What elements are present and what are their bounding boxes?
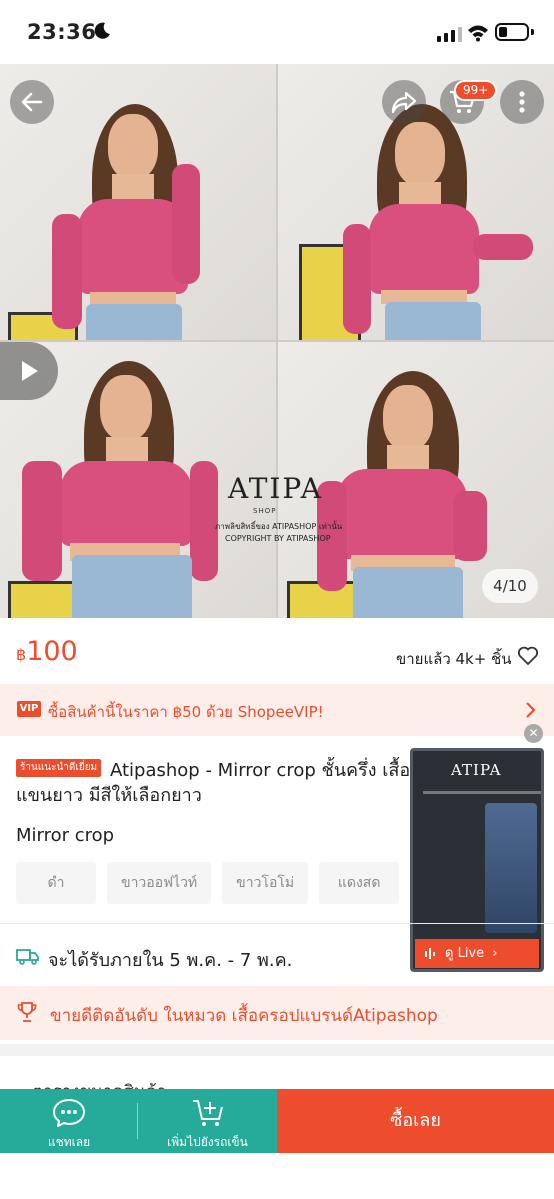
bottom-action-bar: แชทเลย เพิ่มไปยังรถเข็น ซื้อเลย [0, 1089, 554, 1153]
close-floating-video-button[interactable]: ✕ [524, 724, 543, 743]
price-amount: 100 [26, 636, 78, 667]
cart-count-badge: 99+ [454, 80, 498, 101]
bestseller-ranking-banner[interactable]: ขายดีติดอันดับ ในหมวด เสื้อครอปแบรนด์Ati… [0, 986, 554, 1040]
truck-icon [16, 949, 39, 965]
brand-watermark-note: ภาพลิขสิทธิ์ของ ATIPASHOP เท่านั้น [215, 522, 343, 531]
signal-icon [437, 26, 462, 42]
variant-group-label: Mirror crop [16, 825, 115, 846]
variant-option[interactable]: ดำ [16, 862, 96, 904]
variant-option[interactable]: แดงสด [319, 862, 400, 904]
share-icon [391, 91, 417, 114]
preferred-shop-tag: ร้านแนะนำดีเยี่ยม [16, 759, 102, 777]
brand-watermark-copyright: COPYRIGHT BY ATIPASHOP [225, 534, 331, 543]
price-currency: ฿ [16, 645, 27, 664]
delivery-estimate[interactable]: จะได้รับภายใน 5 พ.ค. - 7 พ.ค. [0, 934, 554, 982]
trophy-icon [17, 1002, 37, 1022]
heart-icon[interactable] [517, 646, 539, 666]
back-button[interactable] [10, 80, 54, 124]
chat-label: แชทเลย [47, 1135, 91, 1149]
section-gap [0, 1044, 554, 1056]
brand-watermark-sub: SHOP [253, 507, 277, 515]
play-icon [22, 361, 38, 381]
battery-tip [531, 29, 534, 35]
home-indicator-area [0, 1153, 554, 1199]
battery-icon [495, 23, 529, 41]
floating-video-logo: ATIPA [451, 761, 502, 779]
buy-now-button[interactable]: ซื้อเลย [277, 1089, 554, 1153]
back-arrow-icon [21, 92, 43, 112]
play-video-button[interactable] [0, 342, 58, 400]
chat-icon [53, 1099, 85, 1127]
chat-button[interactable]: แชทเลย [0, 1089, 138, 1153]
clothes-rack [423, 791, 541, 794]
price-row: ฿100 ขายแล้ว 4k+ ชิ้น [0, 618, 554, 684]
section-divider [0, 923, 554, 924]
shopee-vip-banner[interactable]: VIP ซื้อสินค้านี้ในราคา ฿50 ด้วย ShopeeV… [0, 684, 554, 736]
wifi-icon [468, 25, 488, 42]
collage-divider [0, 340, 554, 342]
image-page-counter: 4/10 [482, 569, 538, 603]
add-to-cart-button[interactable]: เพิ่มไปยังรถเข็น [138, 1089, 277, 1153]
moon-icon [94, 22, 110, 39]
brand-watermark-logo: ATIPA [228, 472, 323, 505]
sold-count: ขายแล้ว 4k+ ชิ้น [396, 650, 512, 668]
more-options-button[interactable] [500, 80, 544, 124]
share-button[interactable] [382, 80, 426, 124]
chevron-right-icon [526, 702, 536, 718]
vip-text: ซื้อสินค้านี้ในราคา ฿50 ด้วย ShopeeVIP! [48, 703, 324, 721]
add-to-cart-icon [192, 1100, 223, 1126]
product-price: ฿100 [16, 636, 78, 667]
variant-option[interactable]: ขาวโอโม่ [222, 862, 309, 904]
vip-tag: VIP [17, 701, 41, 717]
status-bar: 23:36 [0, 0, 554, 64]
product-title-line-2: แขนยาว มีสีให้เลือกยาว [16, 785, 202, 806]
jeans-image [485, 803, 537, 933]
variant-option[interactable]: ขาวออฟไวท์ [107, 862, 212, 904]
add-to-cart-label: เพิ่มไปยังรถเข็น [167, 1135, 248, 1149]
bestseller-text: ขายดีติดอันดับ ในหมวด เสื้อครอปแบรนด์Ati… [50, 1006, 438, 1026]
status-time: 23:36 [27, 20, 97, 44]
more-icon [519, 91, 525, 113]
delivery-text: จะได้รับภายใน 5 พ.ค. - 7 พ.ค. [48, 950, 293, 971]
